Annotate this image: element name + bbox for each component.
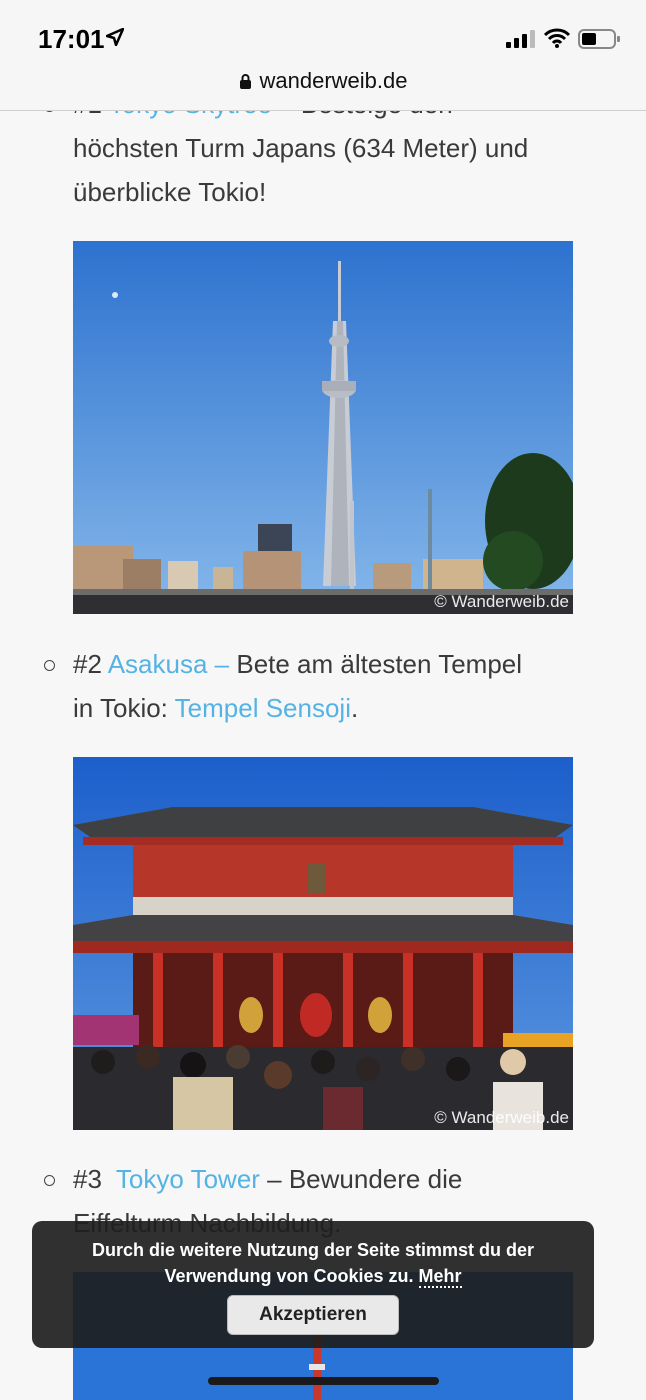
watermark: © Wanderweib.de (434, 1108, 569, 1127)
item-text: – Bewundere die (259, 1164, 463, 1194)
signal-icon (506, 30, 535, 48)
item-text: Bete am ältesten Tempel (229, 649, 523, 679)
watermark: © Wanderweib.de (434, 592, 569, 611)
list-item: #2 Asakusa – Bete am ältesten Tempel in … (73, 642, 563, 730)
item-text: in Tokio: (73, 693, 175, 723)
item-number: #2 (73, 649, 102, 679)
accept-cookies-button[interactable]: Akzeptieren (227, 1295, 399, 1335)
item-text: . (350, 693, 359, 723)
cookie-text-line: Verwendung von Cookies zu. (164, 1266, 414, 1286)
wifi-icon (544, 28, 570, 48)
skytree-photo: © Wanderweib.de (73, 241, 573, 614)
lock-icon (239, 74, 251, 89)
item-text: höchsten Turm Japans (634 Meter) und (73, 133, 529, 163)
item-number: #3 (73, 1164, 102, 1194)
list-bullet (44, 660, 55, 671)
tokyo-tower-link[interactable]: Tokyo Tower (116, 1164, 260, 1194)
cookie-message: Durch die weitere Nutzung der Seite stim… (72, 1237, 554, 1289)
cookie-more-link[interactable]: Mehr (418, 1266, 462, 1288)
home-indicator[interactable] (208, 1377, 439, 1385)
item-text: überblicke Tokio! (73, 177, 267, 207)
asakusa-link[interactable]: Asakusa – (108, 649, 229, 679)
battery-icon (578, 29, 620, 49)
tempel-sensoji-link[interactable]: Tempel Sensoji (175, 693, 351, 723)
cookie-banner: Durch die weitere Nutzung der Seite stim… (32, 1221, 594, 1348)
list-bullet (44, 1175, 55, 1186)
cookie-text-line: Durch die weitere Nutzung der Seite stim… (91, 1240, 535, 1260)
url-text: wanderweib.de (259, 68, 408, 93)
sensoji-photo: © Wanderweib.de (73, 757, 573, 1130)
location-arrow-icon (106, 28, 124, 46)
url-bar[interactable]: wanderweib.de (0, 68, 646, 94)
browser-top-bar: 17:01 wanderweib.de (0, 0, 646, 111)
status-time: 17:01 (38, 24, 105, 54)
